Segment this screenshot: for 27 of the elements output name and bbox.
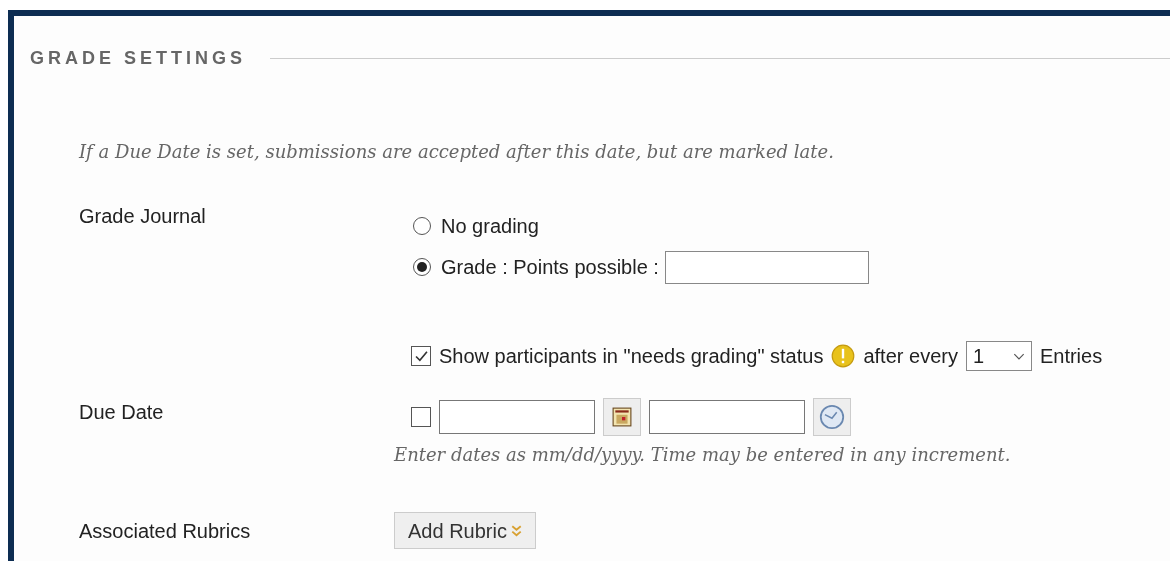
- option-label: No grading: [441, 214, 539, 238]
- section-title: GRADE SETTINGS: [30, 47, 246, 69]
- checkmark-icon: [413, 348, 429, 364]
- clock-button[interactable]: [813, 398, 851, 436]
- date-field[interactable]: [439, 400, 595, 434]
- calendar-icon: [612, 407, 632, 427]
- time-field[interactable]: [649, 400, 805, 434]
- hint-text: Enter dates as mm/dd/yyyy. Time may be entered in any increment.: [394, 443, 1011, 467]
- radio-button[interactable]: [413, 258, 431, 276]
- intro-text: If a Due Date is set, submissions are accepted after this date, but are marked late.: [79, 140, 835, 164]
- count-select[interactable]: 1: [965, 341, 1032, 371]
- field-label: Associated Rubrics: [79, 518, 252, 543]
- checkbox[interactable]: [411, 346, 431, 366]
- checkbox[interactable]: [411, 407, 431, 427]
- option-label: Show participants in "needs grading" status: [439, 344, 824, 368]
- option-label: Grade : Points possible :: [441, 255, 659, 279]
- chevron-down-icon: [1012, 352, 1025, 360]
- double-chevron-icon: [510, 524, 522, 537]
- add-rubric-button[interactable]: Add Rubric: [394, 512, 536, 549]
- clock-icon: [819, 404, 845, 430]
- points-field[interactable]: [664, 250, 869, 284]
- radio-button[interactable]: [413, 217, 431, 235]
- warning-icon: [831, 344, 856, 368]
- option-label: Entries: [1039, 344, 1103, 368]
- option-label: after every: [863, 344, 958, 368]
- field-label: Grade Journal: [79, 204, 207, 229]
- calendar-button[interactable]: [603, 398, 641, 436]
